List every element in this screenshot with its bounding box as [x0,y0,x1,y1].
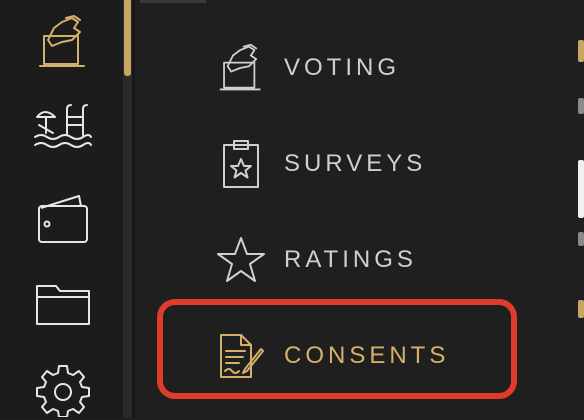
beach-pool-icon [34,104,92,148]
clipboard-star-icon [223,140,259,188]
selection-highlight [157,299,517,399]
star-icon [217,237,265,282]
voting-hand-ballot-icon [219,43,261,91]
folder-icon [36,285,90,325]
menu-item-voting[interactable]: VOTING [210,38,510,98]
menu-item-ratings[interactable]: RATINGS [210,230,510,290]
menu-item-label: SURVEYS [284,150,427,177]
menu-item-surveys[interactable]: SURVEYS [210,134,510,194]
voting-hand-ballot-icon [39,15,85,67]
rail-wallet-button[interactable] [30,188,96,248]
rail-divider [132,0,135,418]
menu-item-label: RATINGS [284,246,417,273]
rail-scrollbar[interactable] [123,0,132,418]
top-edge-bar [140,0,206,3]
menu-item-label: VOTING [284,54,401,81]
wallet-icon [38,195,88,243]
rail-voting-button[interactable] [30,12,96,72]
rail-settings-button[interactable] [30,360,96,420]
rail-leisure-button[interactable] [30,98,96,158]
right-edge-fragments [578,0,584,418]
gear-icon [36,365,90,417]
rail-scrollbar-thumb[interactable] [124,0,131,76]
rail-folder-button[interactable] [30,274,96,334]
